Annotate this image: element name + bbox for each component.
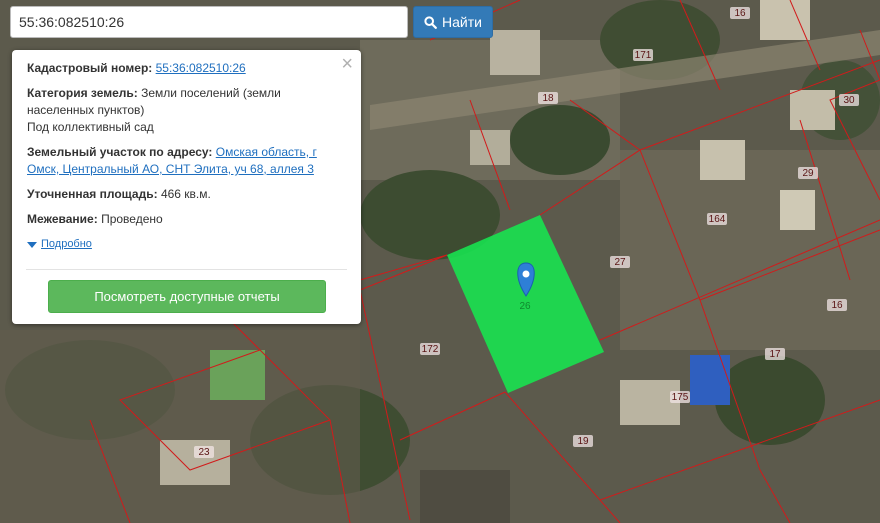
caret-down-icon bbox=[27, 241, 37, 248]
area-value: 466 кв.м. bbox=[160, 187, 211, 201]
category-line3: Под коллективный сад bbox=[27, 120, 154, 134]
category-label: Категория земель: bbox=[27, 86, 138, 100]
parcel-number-label: 164 bbox=[709, 214, 726, 225]
divider bbox=[26, 269, 347, 270]
parcel-number-label: 19 bbox=[577, 436, 589, 447]
search-button-label: Найти bbox=[442, 14, 482, 30]
survey-row: Межевание: Проведено bbox=[27, 211, 347, 228]
category-line1: Земли поселений (земли bbox=[141, 86, 281, 100]
cadastral-label: Кадастровый номер: bbox=[27, 61, 153, 75]
parcel-number-label: 171 bbox=[635, 50, 652, 61]
address-label: Земельный участок по адресу: bbox=[27, 145, 213, 159]
address-link[interactable]: Омская область, г bbox=[216, 145, 317, 159]
survey-label: Межевание: bbox=[27, 212, 98, 226]
parcel-number-label: 172 bbox=[422, 344, 439, 355]
parcel-number-label: 23 bbox=[198, 447, 210, 458]
search-button[interactable]: Найти bbox=[413, 6, 493, 38]
address-link-line2[interactable]: Омск, Центральный АО, СНТ Элита, уч 68, … bbox=[27, 162, 314, 176]
parcel-number-label: 29 bbox=[802, 168, 814, 179]
parcel-number-label: 16 bbox=[831, 300, 843, 311]
selected-parcel-number: 26 bbox=[519, 301, 531, 312]
details-toggle[interactable]: Подробно bbox=[27, 236, 347, 253]
parcel-number-label: 18 bbox=[542, 93, 554, 104]
search-icon bbox=[424, 15, 437, 29]
cadastral-link[interactable]: 55:36:082510:26 bbox=[156, 61, 246, 75]
parcel-number-label: 16 bbox=[734, 8, 746, 19]
parcel-number-label: 30 bbox=[843, 95, 855, 106]
parcel-number-label: 17 bbox=[769, 349, 781, 360]
cadastral-row: Кадастровый номер: 55:36:082510:26 bbox=[27, 60, 347, 77]
area-row: Уточненная площадь: 466 кв.м. bbox=[27, 186, 347, 203]
parcel-info-card: × Кадастровый номер: 55:36:082510:26 Кат… bbox=[12, 50, 361, 324]
area-label: Уточненная площадь: bbox=[27, 187, 158, 201]
view-reports-button[interactable]: Посмотреть доступные отчеты bbox=[48, 280, 326, 313]
category-line2: населенных пунктов) bbox=[27, 103, 145, 117]
parcel-number-label: 27 bbox=[614, 257, 626, 268]
search-input[interactable] bbox=[10, 6, 408, 38]
category-row: Категория земель: Земли поселений (земли… bbox=[27, 85, 347, 136]
survey-value: Проведено bbox=[101, 212, 163, 226]
details-label: Подробно bbox=[41, 238, 92, 250]
parcel-number-label: 175 bbox=[672, 392, 689, 403]
close-icon[interactable]: × bbox=[341, 54, 353, 74]
address-row: Земельный участок по адресу: Омская обла… bbox=[27, 144, 347, 178]
